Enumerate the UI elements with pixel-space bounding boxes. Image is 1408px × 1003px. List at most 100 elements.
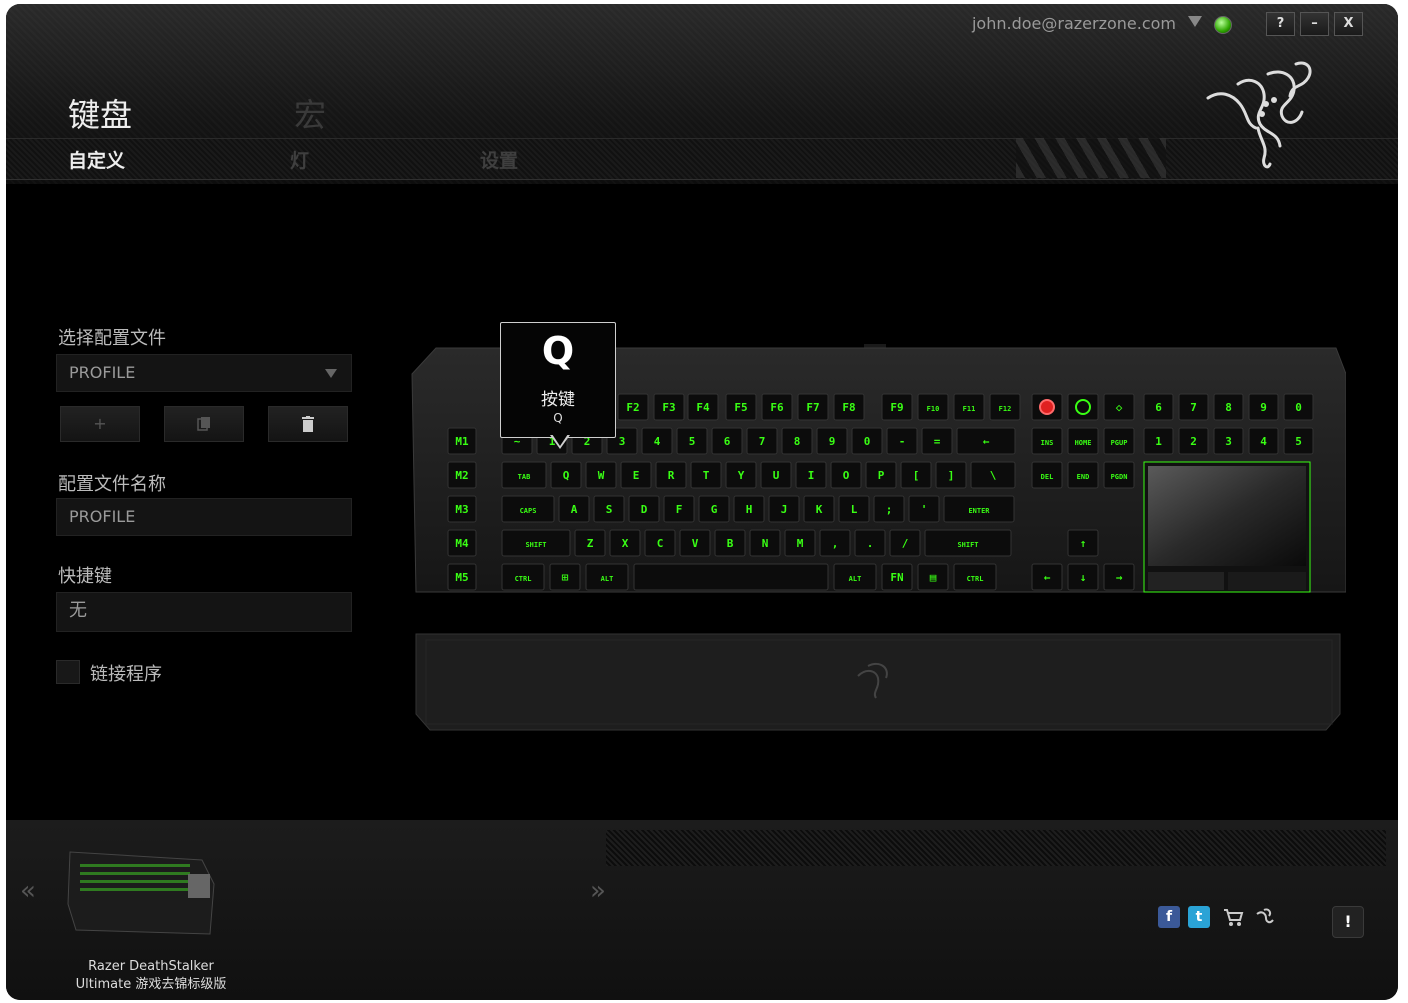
key-z-7-label: M [797,537,804,550]
device-thumbnail[interactable] [66,844,218,944]
key-f11-label: F11 [963,405,976,413]
key-q-1-label: Q [563,469,570,482]
key-num-8-label: 8 [794,435,801,448]
key-q-6-label: Y [738,469,745,482]
key-a-9-label: L [851,503,858,516]
key-nav-pgdn-label: PGDN [1111,473,1128,481]
key-num-3-label: 3 [619,435,626,448]
key-a-4-label: F [676,503,683,516]
key-side-0-label: 6 [1155,401,1162,414]
key-side-9-label: 5 [1295,435,1302,448]
help-button[interactable]: ? [1266,12,1295,36]
key-side-4-label: 0 [1295,401,1302,414]
key-b-3[interactable] [633,563,829,591]
minimize-button[interactable]: – [1300,12,1329,36]
key-f6-label: F6 [770,401,784,414]
key-q-13-label: \ [990,469,997,482]
key-f7-label: F7 [806,401,819,414]
online-status-icon [1214,16,1232,34]
key-side-6-label: 2 [1190,435,1197,448]
key-num-5-label: 5 [689,435,696,448]
key-q-11-label: [ [913,469,920,482]
key-arrow-left-label: ← [1044,571,1051,584]
profile-name-input[interactable]: PROFILE [56,498,352,536]
key-side-5-label: 1 [1155,435,1162,448]
key-num-13-label: ← [983,435,990,448]
twitter-icon[interactable]: t [1188,906,1210,928]
next-device-button[interactable]: » [590,876,606,906]
razer-logo-icon [1206,61,1312,169]
key-f2-label: F2 [626,401,639,414]
key-f9-label: F9 [890,401,903,414]
subtab-settings[interactable]: 设置 [480,146,518,173]
tooltip-value: Q [553,411,563,425]
razer-key-label: ◇ [1116,401,1123,414]
key-side-2-label: 8 [1225,401,1232,414]
delete-profile-button[interactable] [268,406,348,442]
profile-select-value: PROFILE [69,363,136,382]
key-f3-label: F3 [662,401,675,414]
key-a-5-label: G [711,503,718,516]
key-b-2-label: ALT [601,575,614,583]
key-a-1-label: A [571,503,578,516]
close-button[interactable]: X [1334,12,1363,36]
key-arrow-right-label: → [1116,571,1123,584]
alert-button[interactable]: ! [1332,906,1364,938]
key-nav-pgup-label: PGUP [1111,439,1128,447]
gaming-mode-key[interactable] [1067,393,1099,421]
key-b-0-label: CTRL [515,575,532,583]
key-m3-label: M3 [455,503,468,516]
key-f4-label: F4 [696,401,710,414]
profile-label: 选择配置文件 [58,328,166,349]
key-q-4-label: R [668,469,675,482]
trash-icon [302,416,314,432]
key-z-5-label: B [727,537,734,550]
tooltip-type: 按键 [541,390,575,410]
key-q-7-label: U [773,469,780,482]
razer-community-icon[interactable] [1254,906,1276,928]
key-z-3-label: C [657,537,664,550]
key-b-7-label: CTRL [967,575,984,583]
tab-keyboard[interactable]: 键盘 [68,90,132,136]
key-num-10-label: 0 [864,435,871,448]
key-num-4-label: 4 [654,435,661,448]
key-b-5-label: FN [890,571,903,584]
key-b-4-label: ALT [849,575,862,583]
key-nav-end-label: END [1077,473,1090,481]
key-q-5-label: T [703,469,710,482]
profile-name-label: 配置文件名称 [58,474,166,495]
key-a-11-label: ' [921,503,928,516]
facebook-icon[interactable]: f [1158,906,1180,928]
synapse-window: 键盘 宏 自定义 灯 设置 john.doe@razerzone.com ? –… [6,4,1398,1000]
shortcut-input[interactable]: 无 [56,592,352,632]
subtab-lighting[interactable]: 灯 [290,146,309,173]
key-m1-label: M1 [455,435,469,448]
shortcut-label: 快捷键 [58,566,112,587]
key-z-8-label: , [832,537,839,550]
tab-macro[interactable]: 宏 [294,90,326,136]
key-num-12-label: = [934,435,941,448]
tooltip-key: Q [541,329,575,373]
key-z-1-label: Z [587,537,594,550]
key-z-11-label: SHIFT [957,541,978,549]
key-a-0-label: CAPS [520,507,537,515]
prev-device-button[interactable]: « [20,876,36,906]
key-a-6-label: H [746,503,753,516]
add-profile-button[interactable]: + [60,406,140,442]
account-email[interactable]: john.doe@razerzone.com [972,14,1176,33]
footer-stripe [606,830,1386,866]
profile-select[interactable]: PROFILE [56,354,352,392]
link-program-checkbox[interactable] [56,660,80,684]
copy-profile-button[interactable] [164,406,244,442]
cart-icon[interactable] [1222,906,1244,928]
key-a-12-label: ENTER [968,507,990,515]
decorative-stripes [1016,138,1166,178]
device-name: Razer DeathStalker Ultimate 游戏去锦标级版 [46,958,256,994]
key-f8-label: F8 [842,401,855,414]
record-icon [1039,399,1055,415]
key-num-7-label: 7 [759,435,766,448]
key-side-3-label: 9 [1260,401,1267,414]
subtab-customize[interactable]: 自定义 [68,146,125,173]
account-dropdown-icon[interactable] [1188,16,1202,27]
device-name-line2: Ultimate 游戏去锦标级版 [75,977,227,992]
